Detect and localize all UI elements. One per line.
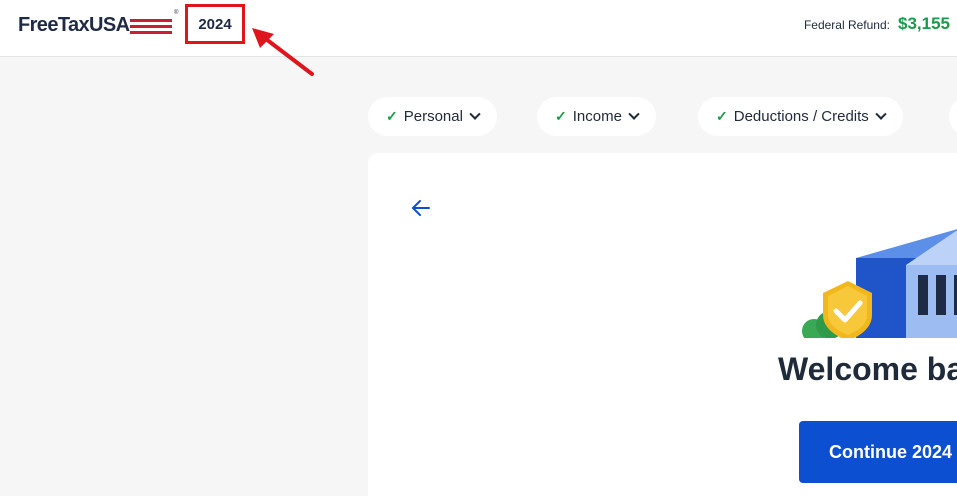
step-label: Personal bbox=[403, 108, 463, 125]
chevron-down-icon bbox=[628, 108, 640, 120]
flag-stripes-icon bbox=[130, 15, 173, 35]
refund-label: Federal Refund: bbox=[803, 18, 890, 32]
step-personal[interactable]: ✓ Personal bbox=[368, 97, 497, 136]
step-label: Income bbox=[572, 108, 622, 125]
logo-text: FreeTaxUSA bbox=[18, 13, 130, 36]
step-next[interactable] bbox=[949, 97, 957, 136]
federal-refund: Federal Refund: $3,155 bbox=[804, 14, 950, 34]
continue-label: Continue 2024 bbox=[829, 441, 953, 462]
bank-shield-illustration-icon bbox=[802, 229, 957, 338]
registered-mark: ® bbox=[174, 10, 179, 16]
back-arrow-icon[interactable] bbox=[410, 197, 432, 219]
step-deductions-credits[interactable]: ✓ Deductions / Credits bbox=[698, 97, 903, 136]
tax-year-text: 2024 bbox=[198, 15, 232, 33]
chevron-down-icon bbox=[875, 108, 887, 120]
top-bar: FreeTaxUSA ® 2024 Federal Refund: $3,155 bbox=[0, 0, 957, 76]
step-income[interactable]: ✓ Income bbox=[537, 97, 656, 136]
check-icon: ✓ bbox=[716, 108, 728, 124]
annotation-arrow-icon bbox=[252, 28, 314, 76]
tax-year-label: 2024 bbox=[185, 4, 245, 44]
step-label: Deductions / Credits bbox=[733, 108, 869, 125]
main-card: Welcome ba Continue 2024 bbox=[368, 153, 957, 496]
welcome-heading: Welcome ba bbox=[778, 351, 957, 387]
refund-amount: $3,155 bbox=[898, 14, 950, 33]
check-icon: ✓ bbox=[555, 108, 567, 124]
continue-button[interactable]: Continue 2024 bbox=[799, 421, 957, 483]
chevron-down-icon bbox=[469, 108, 481, 120]
freetaxusa-logo[interactable]: FreeTaxUSA bbox=[18, 12, 173, 38]
check-icon: ✓ bbox=[386, 108, 398, 124]
